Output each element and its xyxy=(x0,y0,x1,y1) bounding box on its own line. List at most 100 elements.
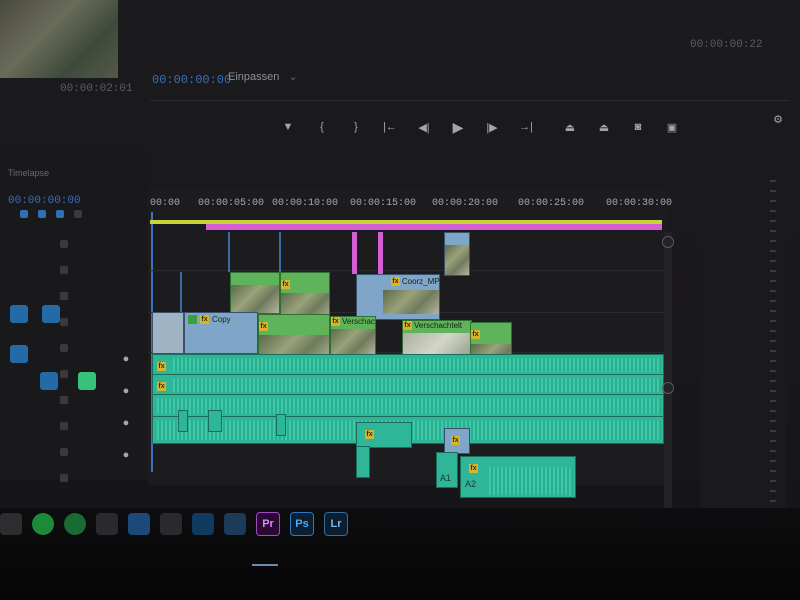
audio-clip-k1[interactable]: A1 xyxy=(436,452,458,488)
scroll-handle-top[interactable] xyxy=(662,236,674,248)
audio-clip-a2[interactable]: fx xyxy=(152,374,664,396)
clip-edge xyxy=(279,232,281,272)
comparison-view-icon[interactable]: ▣ xyxy=(664,120,680,134)
ruler-label: 00:00:20:00 xyxy=(432,198,499,209)
audio-clip[interactable]: fx xyxy=(356,422,412,448)
fx-badge: fx xyxy=(200,315,209,324)
toggle-output-icon[interactable] xyxy=(60,292,68,300)
audio-clip-a1[interactable]: fx xyxy=(152,354,664,376)
sequence-tab[interactable]: Timelapse xyxy=(8,168,49,178)
ruler-label: 00:00:05:00 xyxy=(198,198,265,209)
bracket-out-icon[interactable]: } xyxy=(348,120,364,134)
step-back-icon[interactable]: ◀| xyxy=(416,120,432,134)
track-target-a1[interactable] xyxy=(40,372,58,390)
active-app-indicator xyxy=(252,564,278,566)
fx-badge: fx xyxy=(157,382,166,391)
toggle-output-icon[interactable] xyxy=(60,396,68,404)
store-icon[interactable] xyxy=(160,513,182,535)
spotify-icon[interactable] xyxy=(32,513,54,535)
video-clip[interactable] xyxy=(230,272,280,314)
photoshop-icon[interactable]: Ps xyxy=(290,512,314,536)
toggle-output-icon[interactable] xyxy=(60,370,68,378)
video-clip[interactable] xyxy=(444,232,470,276)
fit-dropdown[interactable]: Einpassen ⌄ xyxy=(228,70,298,83)
clip-edge xyxy=(180,272,182,312)
clip-name: Coorz_MP xyxy=(401,277,439,286)
program-duration-text: 00:00:00:22 xyxy=(690,39,763,51)
clip-name: Verschachtelt xyxy=(414,321,463,330)
program-scrubber[interactable] xyxy=(150,100,790,101)
folder-icon[interactable] xyxy=(96,513,118,535)
fx-badge: fx xyxy=(157,362,166,371)
go-to-in-icon[interactable]: |← xyxy=(382,120,398,134)
toggle-output-icon[interactable] xyxy=(60,318,68,326)
fit-dropdown-label: Einpassen xyxy=(228,71,280,83)
ruler-label: 00:00:10:00 xyxy=(272,198,339,209)
audio-clip-label: A1 xyxy=(440,473,452,483)
video-clip[interactable]: fx xyxy=(258,314,330,363)
lightroom-icon[interactable]: Lr xyxy=(324,512,348,536)
chat-icon[interactable] xyxy=(64,513,86,535)
snap-icon[interactable] xyxy=(20,210,28,218)
track-sync-lock[interactable] xyxy=(78,372,96,390)
audio-clip[interactable] xyxy=(178,410,188,432)
audio-clip-label: A2 xyxy=(465,479,477,489)
toggle-output-icon[interactable] xyxy=(60,422,68,430)
wrench-icon[interactable]: ⚙ xyxy=(770,112,786,126)
video-clip[interactable]: fx xyxy=(280,272,330,321)
play-icon[interactable]: ▶ xyxy=(450,119,466,135)
ruler-label: 00:00:30:00 xyxy=(606,198,673,209)
track-target-v1[interactable] xyxy=(10,305,28,323)
app-icon[interactable] xyxy=(192,513,214,535)
taskbar-icons: Pr Ps Lr xyxy=(0,512,348,536)
add-marker-icon[interactable] xyxy=(56,210,64,218)
app-icon[interactable] xyxy=(0,513,22,535)
linked-selection-icon[interactable] xyxy=(38,210,46,218)
audio-clip[interactable] xyxy=(356,446,370,478)
scroll-handle[interactable] xyxy=(662,382,674,394)
bracket-in-icon[interactable]: { xyxy=(314,120,330,134)
time-ruler[interactable]: 00:00 00:00:05:00 00:00:10:00 00:00:15:0… xyxy=(150,198,673,212)
step-forward-icon[interactable]: |▶ xyxy=(484,120,500,134)
audio-clip[interactable] xyxy=(276,414,286,436)
extract-icon[interactable]: ⏏ xyxy=(596,120,612,134)
audio-clip-k2[interactable]: fx A2 xyxy=(460,456,576,498)
mic-icon[interactable]: ● xyxy=(118,448,134,462)
toggle-output-icon[interactable] xyxy=(60,448,68,456)
lift-icon[interactable]: ⏏ xyxy=(562,120,578,134)
fx-badge: fx xyxy=(259,322,268,331)
edge-icon[interactable] xyxy=(128,513,150,535)
clip-color-tag xyxy=(188,315,197,324)
program-timecode[interactable]: 00:00:00:00 xyxy=(152,70,231,88)
fx-badge: fx xyxy=(331,317,340,326)
video-clip[interactable]: fx Coorz_MP xyxy=(356,274,440,320)
audio-clip-a3[interactable] xyxy=(152,394,664,418)
track-target-v2[interactable] xyxy=(10,345,28,363)
audio-clip[interactable]: fx xyxy=(444,428,470,454)
timeline-settings-icon[interactable] xyxy=(74,210,82,218)
clip-name: Copy xyxy=(212,315,231,324)
camera-icon[interactable]: ◙ xyxy=(630,120,646,134)
toggle-output-icon[interactable] xyxy=(60,474,68,482)
mic-icon[interactable]: ● xyxy=(118,384,134,398)
audio-clip[interactable] xyxy=(208,410,222,432)
program-timecode-text: 00:00:00:00 xyxy=(152,73,232,87)
track-select-v1[interactable] xyxy=(42,305,60,323)
video-clip[interactable]: fx Copy xyxy=(184,312,258,354)
app-icon[interactable] xyxy=(224,513,246,535)
toggle-output-icon[interactable] xyxy=(60,266,68,274)
toggle-output-icon[interactable] xyxy=(60,240,68,248)
mark-in-icon[interactable]: ▼ xyxy=(280,120,296,134)
video-clip[interactable] xyxy=(152,312,184,354)
mic-icon[interactable]: ● xyxy=(118,352,134,366)
go-to-out-icon[interactable]: →| xyxy=(518,120,534,134)
source-timecode-text: 00:00:02:01 xyxy=(60,83,133,95)
sequence-timecode[interactable]: 00:00:00:00 xyxy=(8,190,81,208)
mic-icon[interactable]: ● xyxy=(118,416,134,430)
premiere-icon[interactable]: Pr xyxy=(256,512,280,536)
toggle-output-icon[interactable] xyxy=(60,344,68,352)
audio-meter-scale xyxy=(770,180,776,520)
adjustment-clip[interactable] xyxy=(378,232,383,274)
adjustment-clip[interactable] xyxy=(352,232,357,274)
source-monitor-preview xyxy=(0,0,118,78)
